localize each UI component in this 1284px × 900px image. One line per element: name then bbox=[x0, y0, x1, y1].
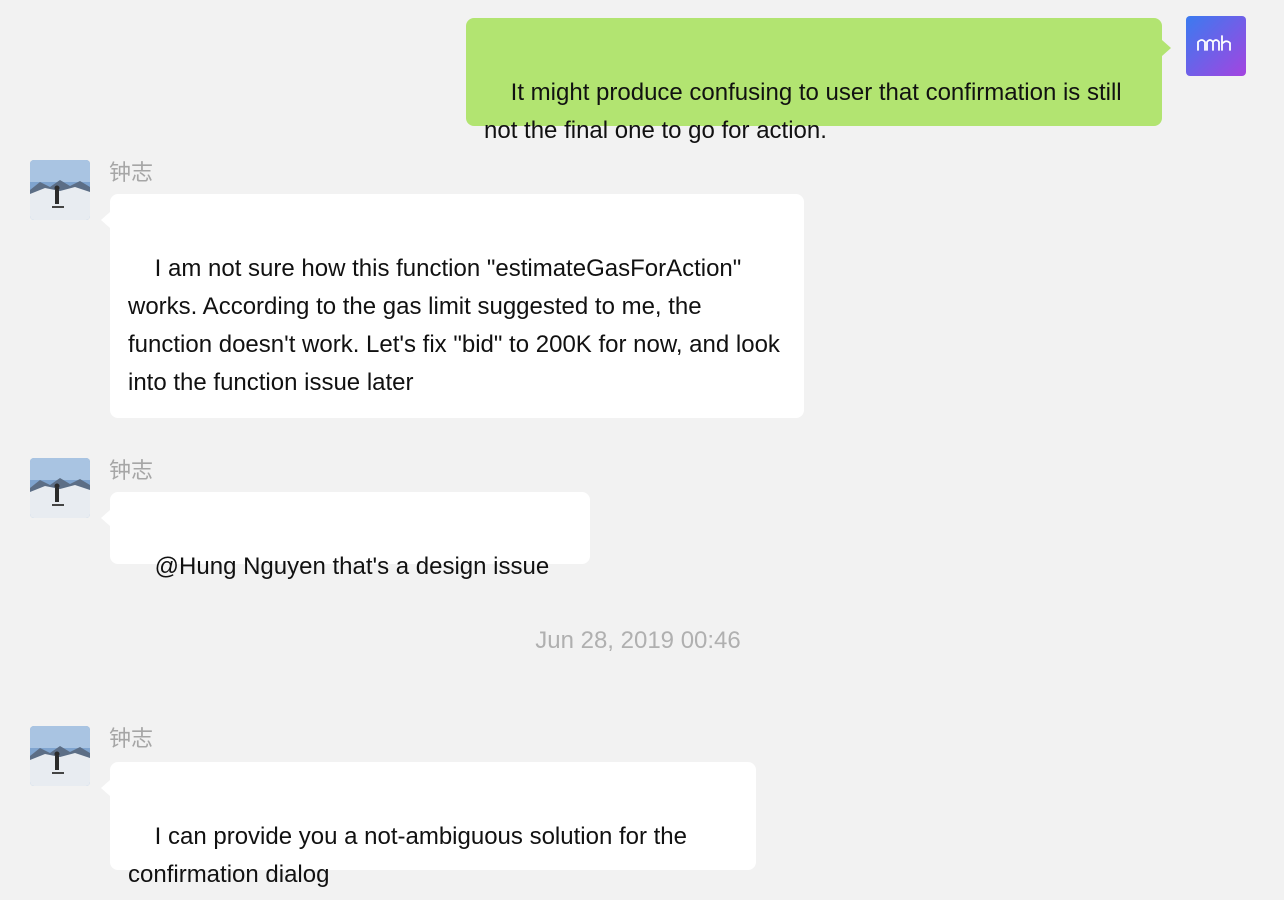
bubble-tail bbox=[1162, 40, 1171, 56]
bubble-tail bbox=[101, 510, 110, 526]
sender-avatar-icon[interactable] bbox=[30, 726, 90, 786]
sender-name: 钟志 bbox=[109, 160, 154, 185]
incoming-message-bubble[interactable]: I can provide you a not-ambiguous soluti… bbox=[110, 762, 756, 888]
sender-avatar-icon[interactable] bbox=[30, 160, 90, 220]
message-text: I am not sure how this function "estimat… bbox=[128, 255, 787, 396]
message-text: @Hung Nguyen that's a design issue bbox=[154, 553, 550, 580]
chat-message-list: It might produce confusing to user that … bbox=[0, 0, 1284, 900]
bubble-tail bbox=[101, 780, 110, 796]
self-avatar-icon[interactable]: nmh bbox=[1186, 16, 1246, 76]
bubble-tail bbox=[101, 212, 110, 228]
timestamp-divider: Jun 28, 2019 00:46 bbox=[535, 627, 741, 654]
incoming-message-bubble[interactable]: @Hung Nguyen that's a design issue bbox=[110, 492, 590, 580]
outgoing-message-bubble[interactable]: It might produce confusing to user that … bbox=[466, 18, 1162, 144]
message-text: I can provide you a not-ambiguous soluti… bbox=[128, 823, 694, 888]
incoming-message-bubble[interactable]: I am not sure how this function "estimat… bbox=[110, 194, 804, 418]
sender-name: 钟志 bbox=[109, 458, 154, 483]
message-text: It might produce confusing to user that … bbox=[484, 79, 1129, 144]
sender-avatar-icon[interactable] bbox=[30, 458, 90, 518]
sender-name: 钟志 bbox=[109, 726, 154, 751]
